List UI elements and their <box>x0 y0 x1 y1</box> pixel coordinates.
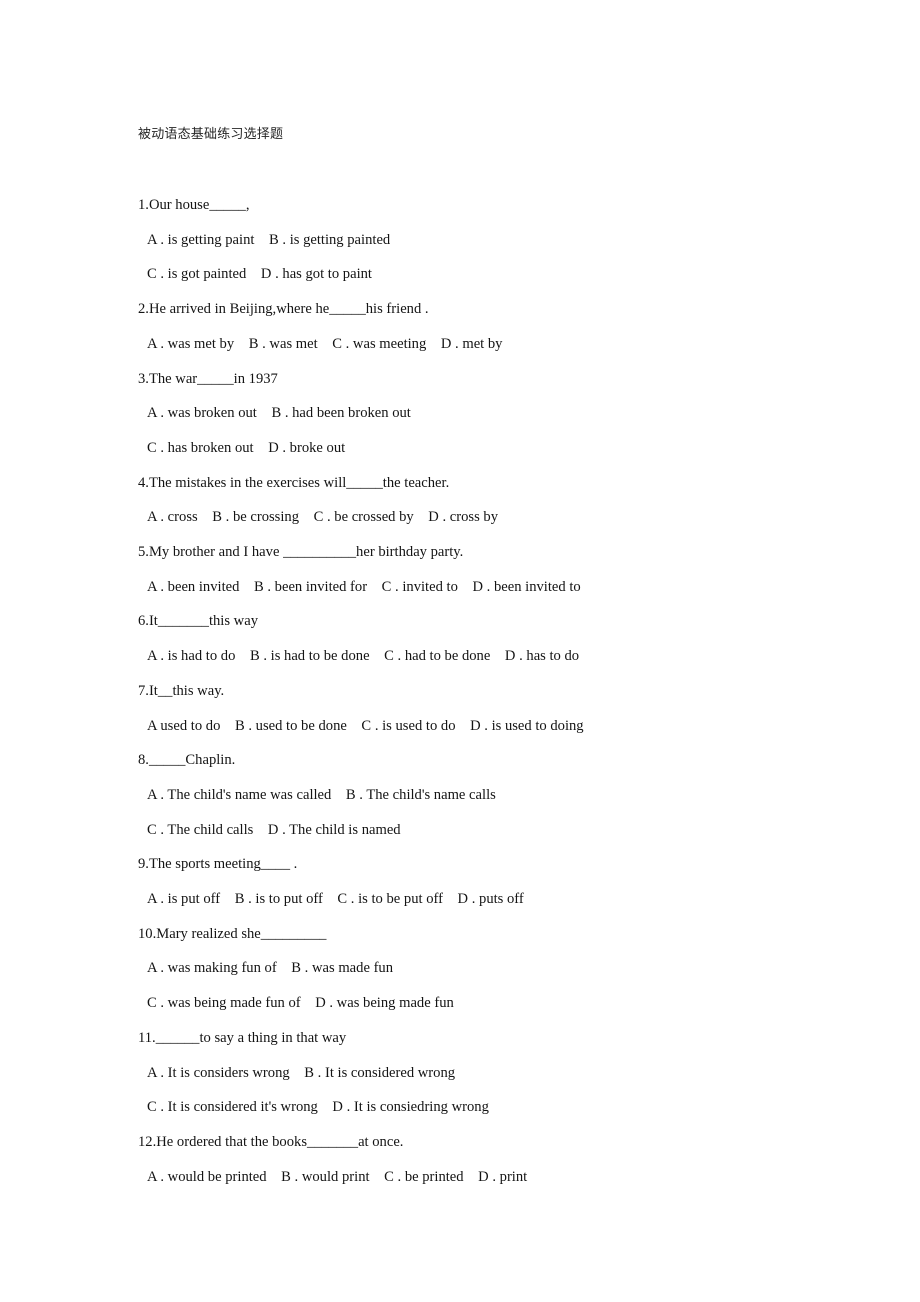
question-11-options-line-1[interactable]: A . It is considers wrong B . It is cons… <box>138 1056 838 1091</box>
document-page: 被动语态基础练习选择题 1.Our house_____, A . is get… <box>0 0 920 1302</box>
question-6-options-line-1[interactable]: A . is had to do B . is had to be done C… <box>138 639 838 674</box>
question-11: 11.______to say a thing in that way A . … <box>138 1021 838 1125</box>
question-3: 3.The war_____in 1937 A . was broken out… <box>138 362 838 466</box>
question-1-options-line-1[interactable]: A . is getting paint B . is getting pain… <box>138 223 838 258</box>
question-6: 6.It_______this way A . is had to do B .… <box>138 604 838 673</box>
question-9: 9.The sports meeting____ . A . is put of… <box>138 847 838 916</box>
question-3-stem: 3.The war_____in 1937 <box>138 370 278 387</box>
question-9-stem: 9.The sports meeting____ . <box>138 856 298 873</box>
question-11-options-line-2[interactable]: C . It is considered it's wrong D . It i… <box>138 1090 838 1125</box>
question-4-options-line-1[interactable]: A . cross B . be crossing C . be crossed… <box>138 500 838 535</box>
question-10-stem: 10.Mary realized she_________ <box>138 925 327 942</box>
question-4-stem: 4.The mistakes in the exercises will____… <box>138 474 450 491</box>
question-5: 5.My brother and I have __________her bi… <box>138 535 838 604</box>
question-3-options-line-2[interactable]: C . has broken out D . broke out <box>138 431 838 466</box>
question-1-stem: 1.Our house_____, <box>138 197 250 213</box>
question-10-options-line-1[interactable]: A . was making fun of B . was made fun <box>138 951 838 986</box>
question-7: 7.It__this way. A used to do B . used to… <box>138 674 838 743</box>
question-10-options-line-2[interactable]: C . was being made fun of D . was being … <box>138 986 838 1021</box>
question-9-options-line-1[interactable]: A . is put off B . is to put off C . is … <box>138 882 838 917</box>
question-1-options-line-2[interactable]: C . is got painted D . has got to paint <box>138 257 838 292</box>
question-7-stem: 7.It__this way. <box>138 682 225 699</box>
question-5-options-line-1[interactable]: A . been invited B . been invited for C … <box>138 570 838 605</box>
question-11-stem: 11.______to say a thing in that way <box>138 1029 347 1046</box>
question-12-stem: 12.He ordered that the books_______at on… <box>138 1133 404 1150</box>
question-2-options-line-1[interactable]: A . was met by B . was met C . was meeti… <box>138 327 838 362</box>
question-12-options-line-1[interactable]: A . would be printed B . would print C .… <box>138 1160 838 1195</box>
question-10: 10.Mary realized she_________ A . was ma… <box>138 917 838 1021</box>
question-6-stem: 6.It_______this way <box>138 613 258 630</box>
question-5-stem: 5.My brother and I have __________her bi… <box>138 544 464 561</box>
question-2-stem: 2.He arrived in Beijing,where he_____his… <box>138 301 429 318</box>
question-8: 8._____Chaplin. A . The child's name was… <box>138 743 838 847</box>
question-8-options-line-2[interactable]: C . The child calls D . The child is nam… <box>138 813 838 848</box>
question-4: 4.The mistakes in the exercises will____… <box>138 466 838 535</box>
title-spacer <box>138 144 838 188</box>
page-title: 被动语态基础练习选择题 <box>138 127 284 142</box>
question-7-options-line-1[interactable]: A used to do B . used to be done C . is … <box>138 709 838 744</box>
question-2: 2.He arrived in Beijing,where he_____his… <box>138 292 838 361</box>
document-body: 被动语态基础练习选择题 1.Our house_____, A . is get… <box>138 126 838 1194</box>
question-1: 1.Our house_____, A . is getting paint B… <box>138 188 838 292</box>
question-8-stem: 8._____Chaplin. <box>138 752 236 769</box>
question-8-options-line-1[interactable]: A . The child's name was called B . The … <box>138 778 838 813</box>
question-3-options-line-1[interactable]: A . was broken out B . had been broken o… <box>138 396 838 431</box>
question-12: 12.He ordered that the books_______at on… <box>138 1125 838 1194</box>
